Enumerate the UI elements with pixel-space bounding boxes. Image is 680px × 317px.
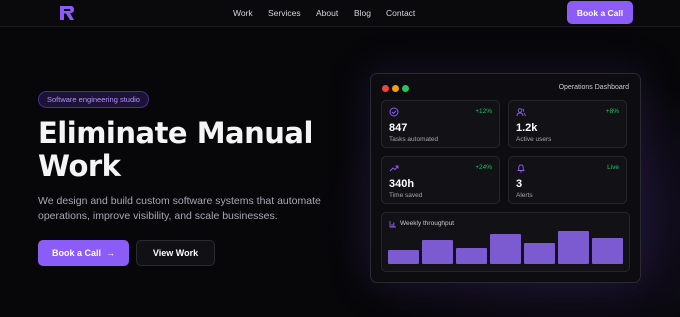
dashboard-title: Operations Dashboard: [558, 84, 629, 91]
stat-value: 847: [389, 122, 408, 134]
stat-card-alerts: Live 3 Alerts: [508, 156, 627, 204]
stat-label: Active users: [516, 136, 552, 143]
logo-icon[interactable]: [58, 4, 76, 22]
weekly-bar: [456, 248, 487, 264]
hero-title-line-1: Eliminate Manual: [38, 116, 313, 150]
stat-card-tasks: +12% 847 Tasks automated: [381, 100, 500, 148]
weekly-bar: [388, 250, 419, 264]
arrow-right-icon: →: [106, 248, 115, 258]
users-icon: [516, 108, 526, 117]
hero-title: Eliminate Manual Work: [38, 117, 338, 183]
check-circle-icon: [389, 107, 399, 117]
hero-subtitle-line-1: We design and build custom software syst…: [38, 195, 321, 207]
hero-subtitle: We design and build custom software syst…: [38, 194, 338, 224]
stat-value: 1.2k: [516, 122, 538, 134]
bell-icon: [517, 164, 525, 173]
stat-delta: +8%: [605, 108, 619, 115]
nav-link-about[interactable]: About: [316, 8, 338, 18]
hero-book-call-button[interactable]: Book a Call →: [38, 240, 129, 266]
stat-card-users: +8% 1.2k Active users: [508, 100, 627, 148]
weekly-bar: [558, 231, 589, 264]
nav-link-work[interactable]: Work: [233, 8, 253, 18]
bar-chart-icon: [389, 221, 396, 228]
weekly-bar: [592, 238, 623, 264]
nav-link-blog[interactable]: Blog: [354, 8, 371, 18]
view-work-button[interactable]: View Work: [136, 240, 215, 266]
window-dot-red: [382, 85, 389, 92]
nav-link-contact[interactable]: Contact: [386, 8, 415, 18]
hero-subtitle-line-2: operations, improve visibility, and scal…: [38, 210, 278, 222]
stat-delta: +12%: [475, 108, 492, 115]
trend-up-icon: [389, 165, 399, 172]
stat-delta: Live: [607, 164, 619, 171]
hero-title-line-2: Work: [38, 149, 121, 183]
window-dot-yellow: [392, 85, 399, 92]
weekly-bar: [490, 234, 521, 264]
stat-label: Alerts: [516, 192, 533, 199]
nav-link-services[interactable]: Services: [268, 8, 301, 18]
weekly-bar: [524, 243, 555, 264]
nav-book-call-button[interactable]: Book a Call: [567, 1, 633, 24]
top-nav: Work Services About Blog Contact Book a …: [0, 0, 680, 27]
stat-delta: +24%: [475, 164, 492, 171]
hero-book-call-label: Book a Call: [51, 248, 101, 258]
stat-value: 340h: [389, 178, 415, 190]
stat-card-time-saved: +24% 340h Time saved: [381, 156, 500, 204]
stat-label: Tasks automated: [389, 136, 439, 143]
weekly-title: Weekly throughput: [400, 220, 455, 227]
weekly-bar: [422, 240, 453, 264]
weekly-throughput-panel: Weekly throughput: [381, 212, 630, 272]
stat-label: Time saved: [389, 192, 423, 199]
stat-value: 3: [516, 178, 523, 190]
window-dot-green: [402, 85, 409, 92]
hero-badge: Software engineering studio: [38, 91, 149, 108]
